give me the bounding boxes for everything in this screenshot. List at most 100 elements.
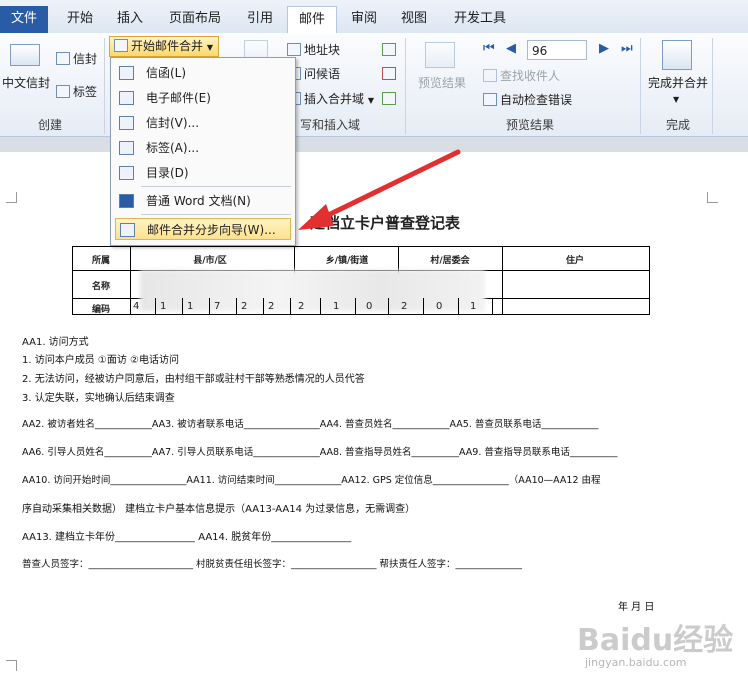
- group-label-preview: 预览结果: [505, 118, 554, 132]
- wizard-icon: [120, 223, 135, 237]
- start-mail-merge-menu: 信函(L) 电子邮件(E) 信封(V)... 标签(A)... 目录(D) 普通…: [110, 57, 296, 246]
- doc-line: AA1. 访问方式: [22, 337, 89, 348]
- label-icon: [56, 85, 70, 98]
- envelope-icon: [119, 116, 134, 130]
- match-fields-button[interactable]: [382, 65, 399, 83]
- rules-icon: [382, 43, 396, 56]
- tab-mailings[interactable]: 邮件: [287, 6, 337, 34]
- find-recipient-button[interactable]: 查找收件人: [483, 67, 560, 85]
- watermark-logo: Baidu经验: [577, 623, 734, 658]
- envelope-button[interactable]: 信封: [56, 50, 97, 68]
- menu-separator: [141, 214, 291, 215]
- tab-references[interactable]: 引用: [240, 6, 280, 32]
- menu-separator: [141, 186, 291, 187]
- menu-item-letters[interactable]: 信函(L): [115, 62, 291, 84]
- finish-merge-button[interactable]: 完成并合并: [648, 74, 708, 92]
- address-block-icon: [287, 43, 301, 56]
- menu-item-normal-word[interactable]: 普通 Word 文档(N): [115, 190, 291, 212]
- code-cell: 1: [333, 301, 340, 312]
- doc-line: 3. 认定失联，实地确认后结束调查: [22, 393, 175, 404]
- ribbon-separator: [104, 38, 105, 134]
- code-cell: 4: [133, 301, 140, 312]
- ribbon-tab-bar: 文件 开始 插入 页面布局 引用 邮件 审阅 视图 开发工具: [0, 0, 748, 34]
- last-record-icon[interactable]: ⏭: [621, 40, 633, 58]
- doc-line: AA2. 被访者姓名____________AA3. 被访者联系电话______…: [22, 419, 599, 430]
- tab-view[interactable]: 视图: [394, 6, 434, 32]
- tab-insert[interactable]: 插入: [110, 6, 150, 32]
- page-corner-mark: [6, 192, 17, 203]
- doc-line: AA10. 访问开始时间________________AA11. 访问结束时间…: [22, 475, 601, 486]
- table-header: 所属: [91, 256, 110, 266]
- find-recipient-icon: [483, 69, 497, 82]
- chevron-down-icon: ▼: [206, 43, 213, 52]
- directory-icon: [119, 166, 134, 180]
- watermark-url: jingyan.baidu.com: [585, 656, 687, 669]
- preview-results-button[interactable]: 预览结果: [418, 74, 466, 92]
- doc-line: AA13. 建档立卡年份________________ AA14. 脱贫年份_…: [22, 532, 352, 543]
- code-cell: 1: [160, 301, 167, 312]
- insert-merge-field-button[interactable]: 插入合并域 ▼: [287, 90, 374, 108]
- labels-button[interactable]: 标签: [56, 83, 97, 101]
- tab-review[interactable]: 审阅: [344, 6, 384, 32]
- chinese-envelope-icon: [10, 44, 40, 66]
- menu-item-envelopes[interactable]: 信封(V)...: [115, 112, 291, 134]
- code-cell: 1: [470, 301, 477, 312]
- ribbon-separator: [405, 38, 406, 134]
- doc-line: 普查人员签字：______________________ 村脱贫责任组长签字：…: [22, 559, 523, 570]
- code-cell: 2: [268, 301, 275, 312]
- menu-item-mail-merge-wizard[interactable]: 邮件合并分步向导(W)...: [115, 218, 291, 240]
- code-cell: 2: [241, 301, 248, 312]
- doc-line: AA6. 引导人员姓名__________AA7. 引导人员联系电话______…: [22, 447, 618, 458]
- ribbon-separator: [640, 38, 641, 134]
- date-line: 年 月 日: [618, 602, 655, 613]
- code-cell: 0: [436, 301, 443, 312]
- chevron-down-icon: ▼: [673, 95, 680, 104]
- check-errors-icon: [483, 93, 497, 106]
- mail-merge-icon: [114, 39, 128, 52]
- auto-check-errors-button[interactable]: 自动检查错误: [483, 91, 572, 109]
- rules-button[interactable]: [382, 41, 399, 59]
- group-label-write-insert: 写和插入域: [299, 118, 360, 132]
- menu-item-email[interactable]: 电子邮件(E): [115, 87, 291, 109]
- table-header: 住户: [565, 256, 584, 266]
- menu-item-labels[interactable]: 标签(A)...: [115, 137, 291, 159]
- code-cell: 0: [366, 301, 373, 312]
- table-header: 村/居委会: [430, 256, 470, 266]
- previous-record-icon[interactable]: ◀: [506, 40, 516, 58]
- ribbon-separator: [712, 38, 713, 134]
- code-cell: 2: [298, 301, 305, 312]
- email-icon: [119, 91, 134, 105]
- row-label: 名称: [91, 282, 110, 292]
- doc-line: 序自动采集相关数据） 建档立卡户基本信息提示（AA13-AA14 为过录信息，无…: [22, 504, 416, 515]
- preview-results-icon: [425, 42, 455, 68]
- label-icon: [119, 141, 134, 155]
- code-cell: 1: [187, 301, 194, 312]
- first-record-icon[interactable]: ⏮: [483, 40, 495, 58]
- group-label-finish: 完成: [665, 118, 690, 132]
- word-icon: [119, 194, 134, 208]
- update-labels-icon: [382, 92, 396, 105]
- page-corner-mark: [707, 192, 718, 203]
- chinese-envelope-button[interactable]: 中文信封: [2, 74, 50, 92]
- code-cell: 2: [401, 301, 408, 312]
- annotation-arrow: [298, 149, 461, 230]
- page-corner-mark: [6, 660, 17, 671]
- doc-line: 1. 访问本户成员 ①面访 ②电话访问: [22, 355, 180, 366]
- tab-page-layout[interactable]: 页面布局: [162, 6, 228, 32]
- tab-developer[interactable]: 开发工具: [448, 6, 512, 32]
- finish-merge-icon: [662, 40, 692, 70]
- tab-file[interactable]: 文件: [0, 6, 48, 33]
- menu-item-directory[interactable]: 目录(D): [115, 162, 291, 184]
- start-mail-merge-button[interactable]: 开始邮件合并 ▼: [109, 36, 219, 57]
- table-header: 乡/镇/街道: [325, 256, 369, 266]
- doc-line: 2. 无法访问，经被访户同意后，由村组干部或驻村干部等熟悉情况的人员代答: [22, 374, 365, 385]
- match-fields-icon: [382, 67, 396, 80]
- chevron-down-icon: ▼: [367, 96, 374, 105]
- code-cell: 7: [214, 301, 221, 312]
- envelope-icon: [56, 52, 70, 65]
- tab-home[interactable]: 开始: [60, 6, 100, 32]
- next-record-icon[interactable]: ▶: [599, 40, 609, 58]
- record-number-input[interactable]: 96: [527, 40, 587, 60]
- table-header: 县/市/区: [193, 256, 227, 266]
- update-labels-button[interactable]: [382, 90, 399, 108]
